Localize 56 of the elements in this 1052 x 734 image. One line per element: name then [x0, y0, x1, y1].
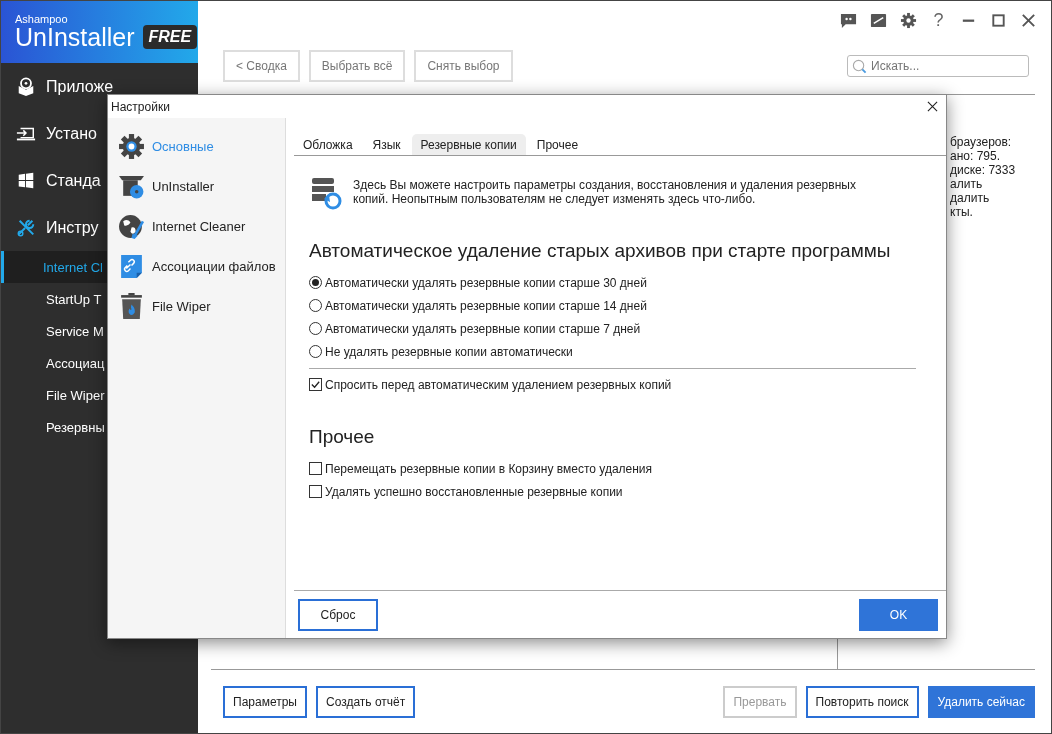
help-button[interactable]: ? — [930, 9, 947, 31]
backup-restore-icon — [309, 176, 343, 210]
note-icon[interactable] — [870, 11, 887, 29]
tab[interactable]: Прочее — [527, 134, 588, 155]
option-label: Автоматически удалять резервные копии старше 30 дней — [325, 275, 647, 290]
search-icon — [852, 58, 867, 74]
settings-icon[interactable] — [900, 11, 917, 29]
category-item[interactable]: Internet Cleaner — [108, 206, 285, 246]
checkbox[interactable] — [309, 485, 322, 498]
details-text: диске: 7333 — [950, 163, 1016, 177]
edition-badge: FREE — [142, 25, 198, 49]
toolbar-button[interactable]: < Сводка — [223, 50, 300, 82]
globe-icon — [118, 212, 145, 240]
details-text: алить — [950, 177, 984, 191]
option-label: Автоматически удалять резервные копии старше 7 дней — [325, 321, 641, 336]
action-button[interactable]: Создать отчёт — [315, 685, 416, 718]
dialog-title: Настройки — [111, 99, 170, 114]
tools-icon — [16, 217, 36, 238]
section-heading: Автоматическое удаление старых архивов при старте программы — [309, 240, 892, 262]
brand-name: Ashampoo — [15, 14, 69, 25]
tab[interactable]: Обложка — [294, 134, 362, 155]
category-item[interactable]: File Wiper — [108, 286, 285, 326]
windows-icon — [16, 170, 36, 191]
tab[interactable]: Резервные копии — [411, 134, 526, 155]
option-label: Удалять успешно восстановленные резервные копии — [325, 484, 623, 499]
toolbar-button[interactable]: Выбрать всё — [308, 50, 406, 82]
toolbar-button[interactable]: Снять выбор — [414, 50, 513, 82]
option-label: Спросить перед автоматическим удалением резервных копий — [325, 377, 672, 392]
details-text: браузеров: — [950, 135, 1013, 149]
details-text: ано: 795. — [950, 149, 1001, 163]
action-button[interactable]: Повторить поиск — [805, 685, 919, 718]
details-text: далить — [950, 191, 991, 205]
disc-box-icon — [16, 76, 36, 97]
action-button[interactable]: Параметры — [223, 685, 307, 718]
info-text: Здесь Вы можете настроить параметры создания, восстановления и удаления резервных копий. Неопытным пользователям не следует изменять здесь что-либо. — [353, 178, 857, 208]
option-label: Не удалять резервные копии автоматически — [325, 344, 573, 359]
tab[interactable]: Язык — [363, 134, 410, 155]
option-label: Автоматически удалять резервные копии старше 14 дней — [325, 298, 647, 313]
search-field[interactable]: Искать... — [847, 55, 1029, 77]
details-text: кты. — [950, 205, 974, 219]
reset-button[interactable]: Сброс — [298, 598, 378, 631]
gear-icon — [118, 132, 145, 160]
option-label: Перемещать резервные копии в Корзину вместо удаления — [325, 461, 653, 476]
close-icon[interactable] — [1020, 11, 1037, 29]
trash-icon — [118, 292, 145, 320]
checkbox[interactable] — [309, 462, 322, 475]
close-icon[interactable] — [927, 101, 938, 112]
maximize-icon[interactable] — [990, 11, 1007, 29]
section-heading: Прочее — [309, 426, 376, 448]
action-button[interactable]: Удалить сейчас — [927, 685, 1035, 718]
product-name: UnInstaller — [15, 25, 135, 50]
category-item[interactable]: UnInstaller — [108, 166, 285, 206]
checkbox[interactable] — [309, 378, 322, 391]
ok-button[interactable]: OK — [859, 598, 938, 631]
chat-icon[interactable] — [840, 11, 857, 29]
link-file-icon — [118, 252, 145, 280]
